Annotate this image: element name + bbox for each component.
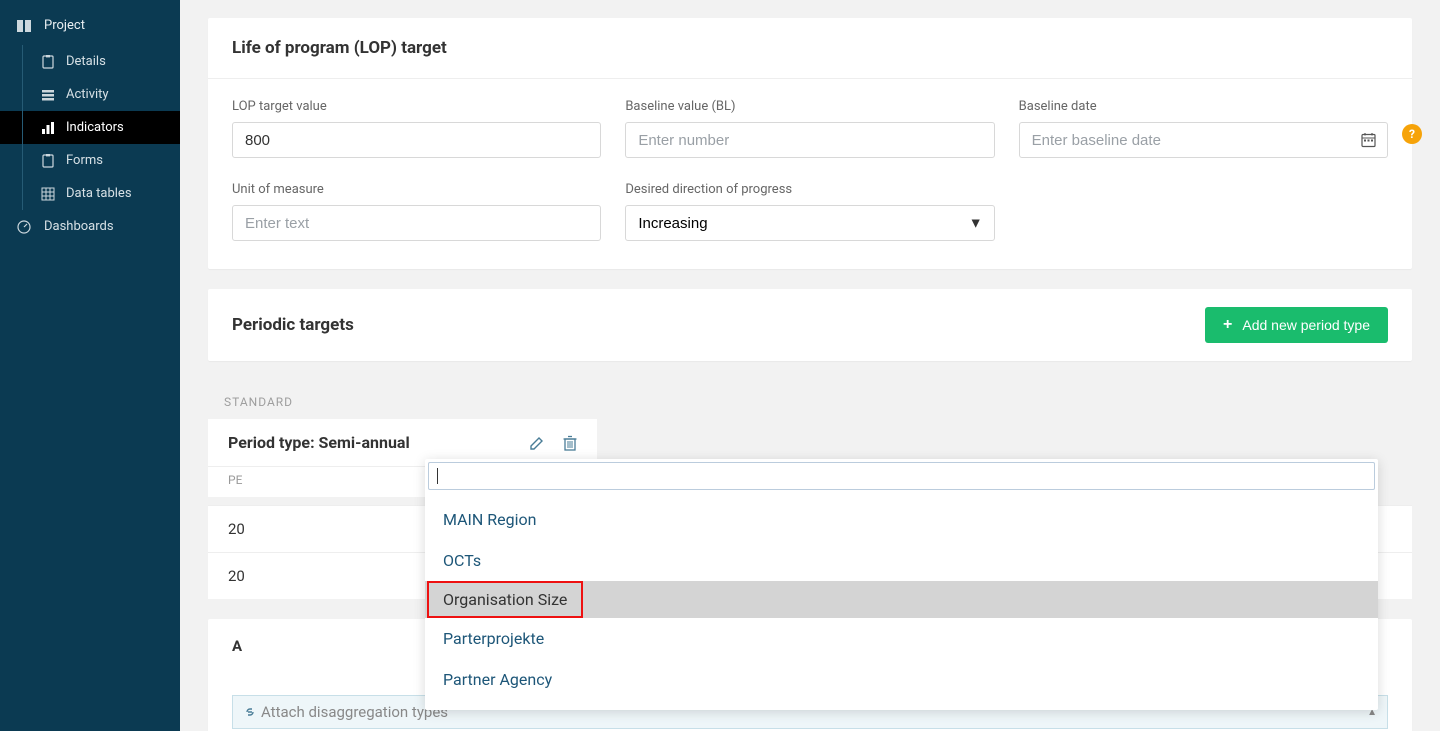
disaggregation-dropdown: MAIN Region OCTs Organisation Size Parte… (425, 459, 1378, 710)
sidebar: Project Details Activity Indicators Form… (0, 0, 180, 731)
dropdown-list: MAIN Region OCTs Organisation Size Parte… (425, 493, 1378, 710)
sidebar-item-data-tables[interactable]: Data tables (0, 177, 180, 210)
dropdown-option-parterprojekte[interactable]: Parterprojekte (425, 618, 1378, 659)
sidebar-dashboards-label: Dashboards (44, 219, 114, 234)
unit-label: Unit of measure (232, 182, 601, 197)
table-icon (40, 187, 56, 201)
list-icon (40, 88, 56, 102)
sidebar-item-activity[interactable]: Activity (0, 78, 180, 111)
sidebar-project-label: Project (44, 18, 85, 33)
lop-target-label: LOP target value (232, 99, 601, 114)
trash-icon[interactable] (563, 435, 577, 451)
baseline-value-group: Baseline value (BL) (625, 99, 994, 158)
lop-target-input[interactable] (232, 122, 601, 158)
add-period-type-button[interactable]: + Add new period type (1205, 307, 1388, 343)
baseline-date-group: Baseline date (1019, 99, 1388, 158)
direction-label: Desired direction of progress (625, 182, 994, 197)
periodic-card: Periodic targets + Add new period type (208, 289, 1412, 361)
plus-icon: + (1223, 316, 1232, 334)
sidebar-project[interactable]: Project (0, 10, 180, 41)
lop-target-group: LOP target value (232, 99, 601, 158)
baseline-date-input[interactable] (1019, 122, 1388, 158)
direction-group: Desired direction of progress ▼ (625, 182, 994, 241)
project-icon (16, 19, 32, 33)
sidebar-item-forms[interactable]: Forms (0, 144, 180, 177)
lop-title: Life of program (LOP) target (208, 18, 1412, 79)
lop-card: Life of program (LOP) target LOP target … (208, 18, 1412, 269)
sidebar-item-label: Forms (66, 153, 103, 168)
sidebar-item-indicators[interactable]: Indicators (0, 111, 180, 144)
dropdown-option-partner-agency[interactable]: Partner Agency (425, 659, 1378, 700)
sidebar-item-label: Indicators (66, 120, 124, 135)
unit-input[interactable] (232, 205, 601, 241)
dropdown-search-input[interactable] (428, 462, 1375, 490)
bar-chart-icon (40, 121, 56, 135)
clipboard-icon (40, 55, 56, 69)
baseline-value-input[interactable] (625, 122, 994, 158)
baseline-date-label: Baseline date (1019, 99, 1388, 114)
dropdown-option-octs[interactable]: OCTs (425, 540, 1378, 581)
gauge-icon (16, 220, 32, 234)
clipboard-icon (40, 154, 56, 168)
periodic-title: Periodic targets (232, 315, 354, 335)
sidebar-item-label: Activity (66, 87, 109, 102)
unit-group: Unit of measure (232, 182, 601, 241)
baseline-value-label: Baseline value (BL) (625, 99, 994, 114)
add-period-type-label: Add new period type (1242, 317, 1370, 333)
dropdown-option-main-region[interactable]: MAIN Region (425, 499, 1378, 540)
attach-placeholder: Attach disaggregation types (261, 703, 448, 721)
sidebar-item-label: Details (66, 54, 106, 69)
edit-icon[interactable] (529, 435, 545, 451)
sidebar-item-label: Data tables (66, 186, 132, 201)
link-icon (243, 705, 257, 719)
help-label: ? (1409, 127, 1415, 141)
help-button[interactable]: ? (1402, 124, 1422, 144)
sidebar-dashboards[interactable]: Dashboards (0, 210, 180, 243)
period-type-title: Period type: Semi-annual (228, 433, 410, 452)
sidebar-item-details[interactable]: Details (0, 45, 180, 78)
main-content: Life of program (LOP) target LOP target … (180, 0, 1440, 731)
direction-select[interactable] (625, 205, 994, 241)
standard-label: STANDARD (208, 381, 1412, 419)
dropdown-option-organisation-size[interactable]: Organisation Size (425, 581, 1378, 618)
